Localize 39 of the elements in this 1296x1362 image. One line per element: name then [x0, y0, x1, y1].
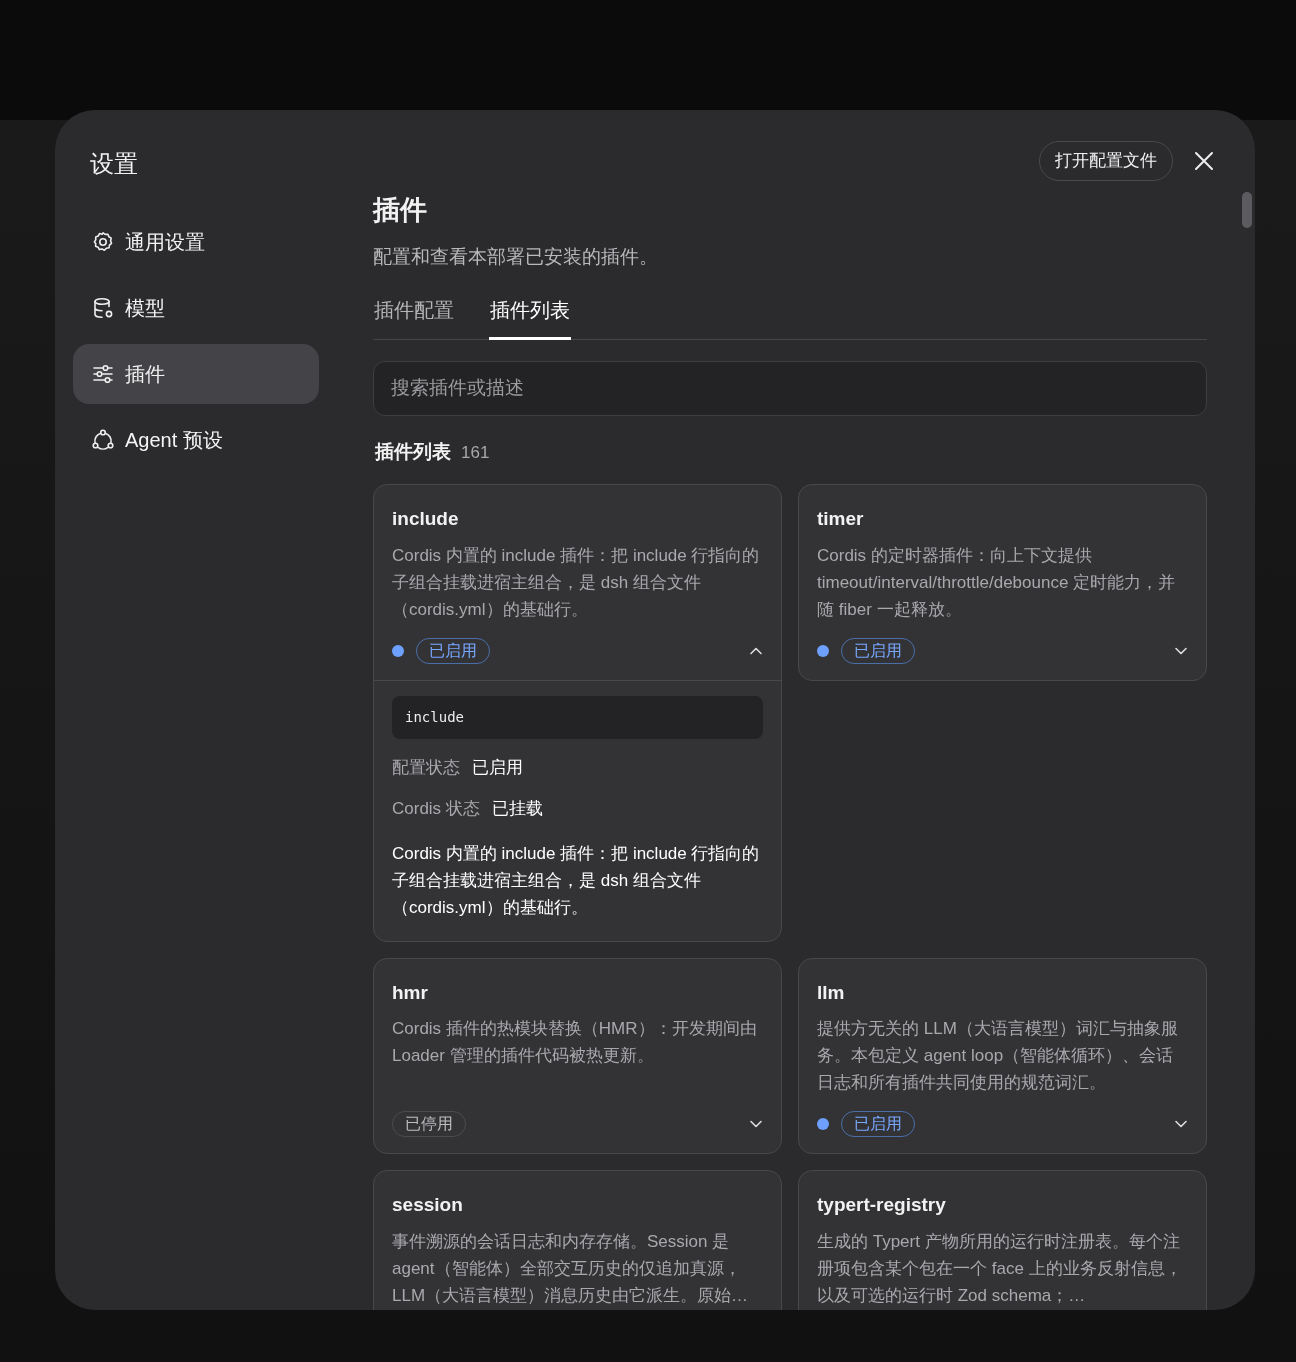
plugin-name: timer: [817, 507, 865, 531]
detail-label: Cordis 状态: [392, 798, 480, 820]
page-subtitle: 配置和查看本部署已安装的插件。: [373, 244, 659, 269]
plugin-count: 161: [461, 441, 490, 464]
plugin-name: session: [392, 1193, 464, 1217]
sidebar-label: Agent 预设: [125, 428, 223, 453]
plugin-description: 生成的 Typert 产物所用的运行时注册表。每个注册项包含某个包在一个 face 上的业务反射信息，以及可选的运行时 Zod schema；…: [817, 1230, 1183, 1307]
plugin-description: Cordis 插件的热模块替换（HMR）：开发期间由 Loader 管理的插件代码被热更新。: [392, 1018, 758, 1067]
tab[interactable]: 插件列表: [489, 295, 571, 340]
sidebar-item[interactable]: 通用设置: [73, 212, 319, 272]
sidebar-label: 通用设置: [125, 230, 205, 255]
page-title: 插件: [373, 194, 428, 227]
plugin-description: 事件溯源的会话日志和内存存储。Session 是 agent（智能体）全部交互历史的仅追加真源，LLM（大语言模型）消息历史由它派生。原始…: [392, 1230, 750, 1307]
detail-value: 已挂载: [491, 798, 543, 820]
plugin-description: 提供方无关的 LLM（大语言模型）词汇与抽象服务。本包定义 agent loop（智能体循环）、会话日志和所有插件共同使用的规范词汇。: [817, 1018, 1179, 1094]
plugin-name: include: [392, 507, 460, 531]
plugin-name: typert-registry: [817, 1193, 947, 1217]
sidebar-label: 模型: [125, 296, 165, 321]
sidebar-item[interactable]: 插件: [73, 344, 319, 404]
sidebar-item[interactable]: Agent 预设: [73, 410, 319, 470]
detail-label: 配置状态: [392, 756, 460, 779]
plugin-name: llm: [817, 980, 846, 1005]
search-field[interactable]: 搜索插件或描述: [373, 361, 1207, 416]
plugin-id-code: include: [392, 695, 763, 739]
plugin-description: Cordis 内置的 include 插件：把 include 行指向的子组合挂载进宿主组合，是 dsh 组合文件（cordis.yml）的基础行。: [392, 544, 761, 621]
nodes-icon: [91, 428, 115, 452]
tab[interactable]: 插件配置: [373, 295, 455, 340]
database-gear-icon: [91, 296, 115, 320]
scrollbar-thumb[interactable]: [1242, 192, 1252, 228]
sidebar-item[interactable]: 模型: [73, 278, 319, 338]
sidebar-label: 插件: [125, 362, 165, 387]
sliders-icon: [91, 362, 115, 386]
section-title: 插件列表: [375, 439, 451, 464]
gear-icon: [91, 230, 115, 254]
detail-description: Cordis 内置的 include 插件：把 include 行指向的子组合挂载进宿主组合，是 dsh 组合文件（cordis.yml）的基础行。: [392, 842, 761, 919]
plugin-name: hmr: [392, 980, 429, 1005]
plugin-description: Cordis 的定时器插件：向上下文提供 timeout/interval/throttle/debounce 定时能力，并随 fiber 一起释放。: [817, 544, 1177, 621]
dialog-title: 设置: [90, 149, 139, 179]
detail-value: 已启用: [472, 756, 523, 779]
